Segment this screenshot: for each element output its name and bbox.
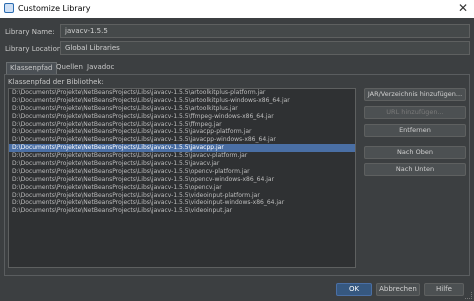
list-item[interactable]: D:\Documents\Projekte\NetBeansProjects\L… [9, 207, 355, 215]
tab-quellen[interactable]: Quellen [53, 62, 86, 74]
classpath-heading: Klassenpfad der Bibliothek: [8, 78, 104, 86]
add-jar-folder-button[interactable]: JAR/Verzeichnis hinzufügen... [364, 88, 466, 101]
library-name-label: Library Name: [5, 28, 55, 36]
list-item[interactable]: D:\Documents\Projekte\NetBeansProjects\L… [9, 199, 355, 207]
list-item[interactable]: D:\Documents\Projekte\NetBeansProjects\L… [9, 97, 355, 105]
library-location-label: Library Location: [5, 45, 64, 53]
list-item[interactable]: D:\Documents\Projekte\NetBeansProjects\L… [9, 160, 355, 168]
library-name-field[interactable]: javacv-1.5.5 [60, 24, 470, 38]
move-up-button[interactable]: Nach Oben [364, 146, 466, 159]
remove-button[interactable]: Entfernen [364, 124, 466, 137]
window-title: Customize Library [18, 4, 91, 13]
list-item[interactable]: D:\Documents\Projekte\NetBeansProjects\L… [9, 152, 355, 160]
tab-javadoc[interactable]: Javadoc [84, 62, 117, 74]
list-item[interactable]: D:\Documents\Projekte\NetBeansProjects\L… [9, 113, 355, 121]
app-icon [4, 3, 14, 13]
list-item[interactable]: D:\Documents\Projekte\NetBeansProjects\L… [9, 192, 355, 200]
customize-library-dialog: Customize Library ✕ Library Name: javacv… [0, 0, 474, 301]
resize-grip-icon[interactable] [465, 292, 472, 299]
classpath-list[interactable]: D:\Documents\Projekte\NetBeansProjects\L… [8, 88, 356, 268]
list-item[interactable]: D:\Documents\Projekte\NetBeansProjects\L… [9, 121, 355, 129]
list-item[interactable]: D:\Documents\Projekte\NetBeansProjects\L… [9, 184, 355, 192]
help-button[interactable]: Hilfe [424, 283, 464, 296]
tab-klassenpfad[interactable]: Klassenpfad [6, 62, 57, 74]
list-item[interactable]: D:\Documents\Projekte\NetBeansProjects\L… [9, 89, 355, 97]
list-item-selected[interactable]: D:\Documents\Projekte\NetBeansProjects\L… [9, 144, 355, 153]
list-item[interactable]: D:\Documents\Projekte\NetBeansProjects\L… [9, 105, 355, 113]
list-item[interactable]: D:\Documents\Projekte\NetBeansProjects\L… [9, 128, 355, 136]
list-item[interactable]: D:\Documents\Projekte\NetBeansProjects\L… [9, 176, 355, 184]
list-item[interactable]: D:\Documents\Projekte\NetBeansProjects\L… [9, 168, 355, 176]
library-location-field: Global Libraries [60, 41, 470, 55]
list-item[interactable]: D:\Documents\Projekte\NetBeansProjects\L… [9, 136, 355, 144]
close-icon[interactable]: ✕ [458, 1, 468, 15]
move-down-button[interactable]: Nach Unten [364, 163, 466, 176]
title-bar: Customize Library ✕ [0, 0, 474, 18]
cancel-button[interactable]: Abbrechen [376, 283, 420, 296]
ok-button[interactable]: OK [336, 283, 372, 296]
add-url-button[interactable]: URL hinzufügen... [364, 106, 466, 119]
